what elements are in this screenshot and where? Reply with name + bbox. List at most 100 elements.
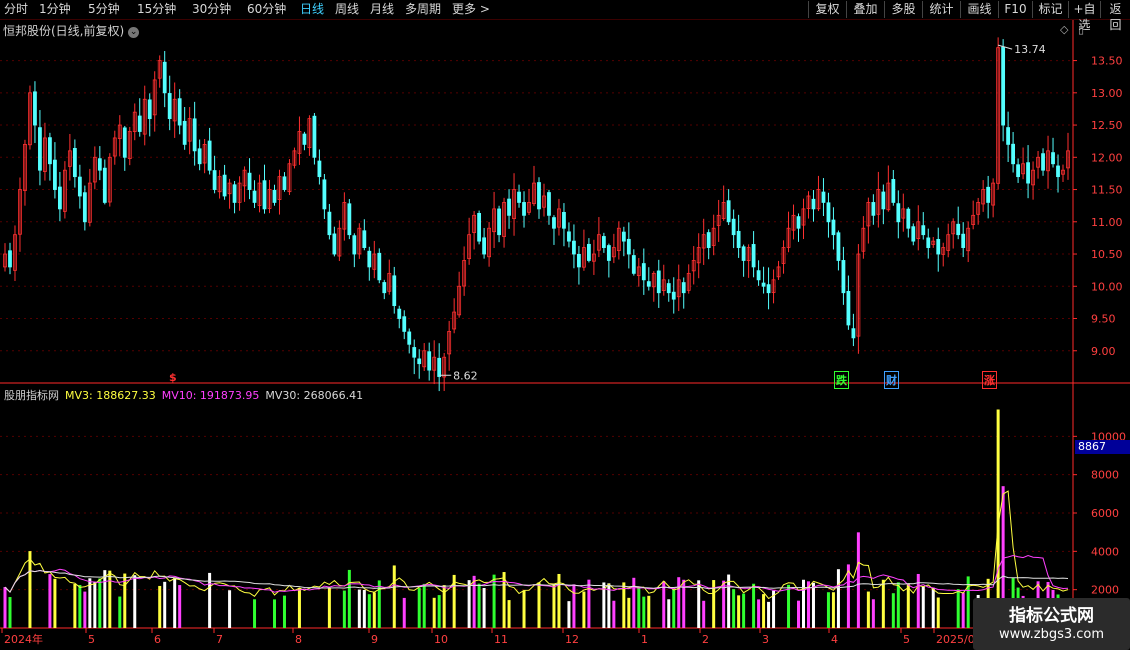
candle-body (1006, 127, 1011, 145)
indicator-bar (253, 599, 257, 628)
indicator-bar (472, 575, 476, 628)
candle-body (666, 283, 671, 294)
candle-body (641, 263, 646, 281)
event-marker-drop[interactable]: 跌 (834, 371, 849, 389)
candle-body (222, 174, 227, 197)
indicator-bar (871, 599, 875, 628)
event-marker-rise[interactable]: 涨 (982, 371, 997, 389)
candle-body (397, 308, 402, 319)
candle-body (402, 316, 407, 332)
date-tick-label: 10 (434, 633, 448, 646)
candle-body (33, 91, 37, 126)
mv3-label: MV3: 188627.33 (65, 389, 156, 402)
candle-body (871, 202, 876, 216)
candle-body (147, 99, 152, 120)
indicator-bar (163, 581, 167, 628)
price-tick-label: 13.50 (1091, 55, 1123, 68)
indicator-bar (667, 599, 671, 628)
candle-body (1041, 153, 1045, 171)
candle-body (322, 179, 327, 210)
date-tick-label: 2024年 (4, 632, 43, 646)
current-value-badge: 8867 (1075, 440, 1130, 454)
indicator-axis: 100008000600040002000 (1073, 430, 1126, 597)
indicator-bar (627, 597, 631, 628)
event-marker-finance[interactable]: 财 (884, 371, 899, 389)
indicator-bar (856, 532, 860, 628)
indicator-bar (477, 583, 481, 628)
watermark: 指标公式网 www.zbgs3.com (973, 598, 1130, 650)
indicator-bar (742, 593, 746, 628)
candle-body (726, 200, 731, 223)
candle-body (1001, 46, 1006, 126)
candle-body (197, 148, 202, 165)
watermark-title: 指标公式网 (1009, 606, 1094, 626)
candle-body (232, 184, 237, 203)
candle-body (137, 115, 142, 132)
date-axis: 2024年 5 6 7 8 9 10 11 12 1 2 3 4 5 2025/0 (1, 628, 975, 646)
indicator-bar (48, 574, 52, 628)
indicator-bar (118, 596, 122, 628)
candle-body (427, 351, 432, 371)
indicator-bar (866, 591, 870, 628)
candle-body (846, 290, 851, 326)
indicator-bar (372, 592, 376, 628)
indicator-bar (173, 578, 177, 628)
date-tick-label: 2025/0 (936, 633, 975, 646)
indicator-bar (482, 588, 486, 628)
candle-body (851, 328, 856, 339)
indicator-bar (422, 583, 426, 628)
indicator-bar (906, 583, 910, 628)
candle-body (1051, 152, 1055, 165)
indicator-bar (811, 582, 815, 628)
candle-body (352, 235, 357, 255)
date-tick-label: 12 (565, 633, 579, 646)
date-tick-label: 4 (831, 633, 838, 646)
candle-body (1016, 164, 1020, 178)
date-tick-label: 7 (216, 633, 223, 646)
high-price-label: 13.74 (1014, 43, 1046, 56)
indicator-bar (732, 589, 736, 628)
indicator-bar (572, 584, 576, 628)
indicator-bar (327, 588, 331, 628)
indicator-bar (402, 597, 406, 628)
candle-body (881, 191, 886, 210)
candle-body (167, 93, 172, 120)
candle-body (567, 231, 571, 242)
indicator-bar (637, 586, 641, 628)
candle-body (102, 167, 107, 203)
candle-body (896, 203, 901, 223)
indicator-bar (762, 594, 766, 628)
candle-body (272, 189, 277, 203)
candle-body (497, 208, 501, 236)
event-marker-dividend[interactable]: $ (168, 371, 178, 384)
indicator-bar (936, 597, 940, 628)
price-tick-label: 11.00 (1091, 216, 1123, 229)
candle-body (731, 218, 736, 236)
indicator-bar (916, 573, 920, 628)
price-tick-label: 9.00 (1091, 345, 1116, 358)
indicator-bar (492, 574, 496, 628)
indicator-bar (377, 580, 381, 628)
indicator-name[interactable]: 股朋指标网 (4, 389, 59, 402)
candle-body (332, 233, 337, 255)
indicator-bar (677, 577, 681, 628)
candle-body (367, 250, 372, 268)
candle-body (1026, 162, 1030, 184)
candle-body (262, 180, 267, 210)
candle-body (282, 176, 287, 190)
indicator-bar (93, 581, 97, 628)
indicator-bar (961, 592, 965, 628)
candle-body (736, 230, 741, 248)
candle-body (252, 190, 257, 203)
candle-body (247, 172, 252, 190)
candle-body (212, 170, 217, 190)
candle-body (392, 275, 397, 307)
indicator-bar (956, 589, 960, 628)
candle-body (751, 244, 756, 268)
kline-chart[interactable]: 13.50 13.00 12.50 12.00 11.50 11.00 10.50 10.00… (0, 0, 1130, 650)
indicator-bar (347, 569, 351, 628)
indicator-bar (362, 589, 366, 628)
indicator-bar (891, 593, 895, 628)
candle-body (986, 186, 991, 203)
candle-body (182, 120, 187, 145)
